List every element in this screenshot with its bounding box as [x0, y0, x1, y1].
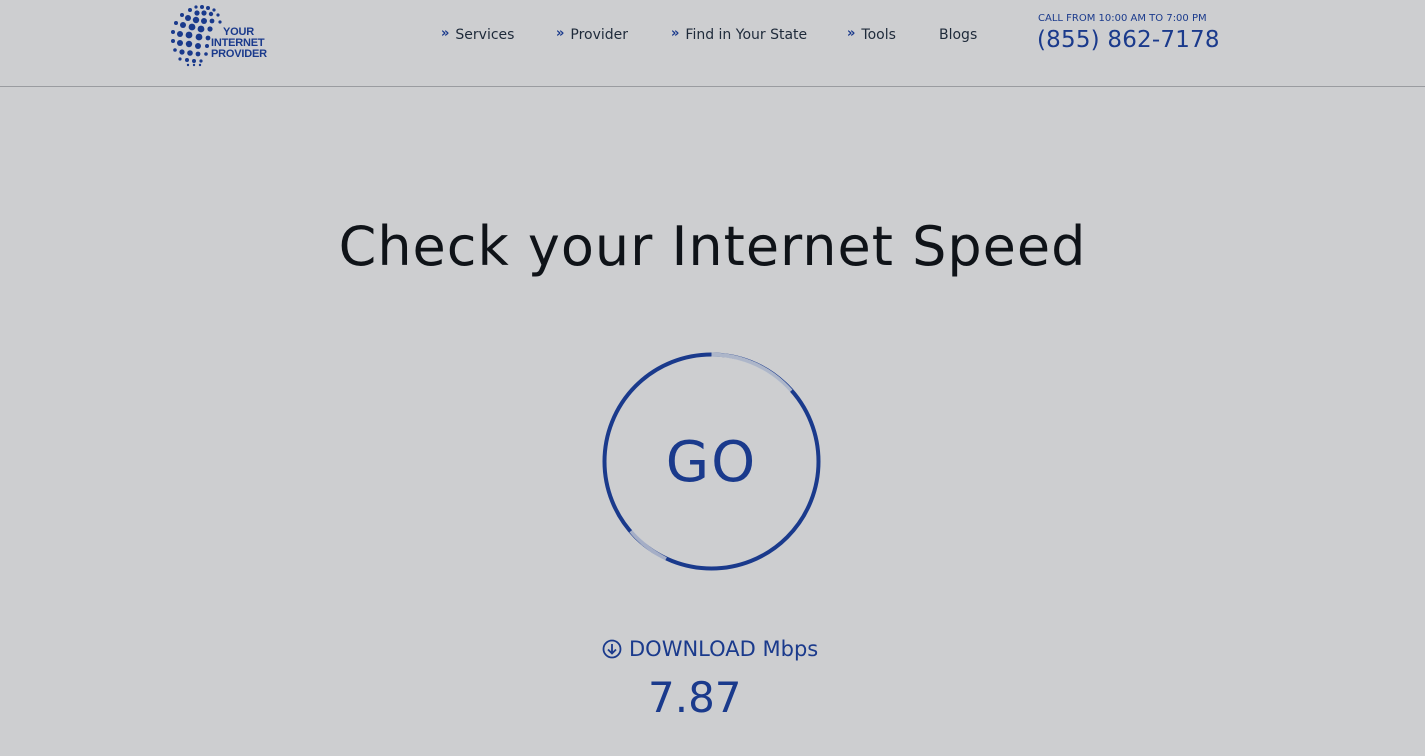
- go-button-label: GO: [665, 430, 758, 495]
- nav-item-provider[interactable]: » Provider: [556, 26, 628, 46]
- download-label: DOWNLOAD Mbps: [602, 637, 818, 661]
- page-title: Check your Internet Speed: [338, 215, 1087, 278]
- nav-item-tools[interactable]: » Tools: [847, 26, 896, 46]
- site-logo[interactable]: YOUR INTERNET PROVIDER: [168, 2, 278, 68]
- logo-line-3: PROVIDER: [211, 48, 267, 60]
- phone-link[interactable]: (855) 862-7178: [1037, 27, 1220, 53]
- nav-item-label: Find in Your State: [685, 27, 808, 43]
- nav-item-label: Tools: [861, 27, 896, 43]
- nav-item-find-in-your-state[interactable]: » Find in Your State: [671, 26, 807, 46]
- nav-item-blogs[interactable]: Blogs: [939, 26, 977, 46]
- call-hours: CALL FROM 10:00 AM TO 7:00 PM: [1038, 13, 1207, 24]
- site-header: YOUR INTERNET PROVIDER » Services » Provid…: [0, 0, 1425, 87]
- chevron-double-right-icon: »: [441, 26, 450, 41]
- download-circle-icon: [602, 639, 622, 659]
- go-button[interactable]: GO: [601, 351, 822, 572]
- chevron-double-right-icon: »: [556, 26, 565, 41]
- nav-item-label: Provider: [570, 27, 629, 43]
- logo-wordmark: YOUR INTERNET PROVIDER: [211, 27, 267, 60]
- nav-item-services[interactable]: » Services: [441, 26, 514, 46]
- nav-item-label: Services: [455, 27, 515, 43]
- chevron-double-right-icon: »: [847, 26, 856, 41]
- download-label-text: DOWNLOAD Mbps: [629, 637, 819, 661]
- download-speed-value: 7.87: [648, 673, 742, 722]
- nav-item-label: Blogs: [939, 27, 978, 43]
- chevron-double-right-icon: »: [671, 26, 680, 41]
